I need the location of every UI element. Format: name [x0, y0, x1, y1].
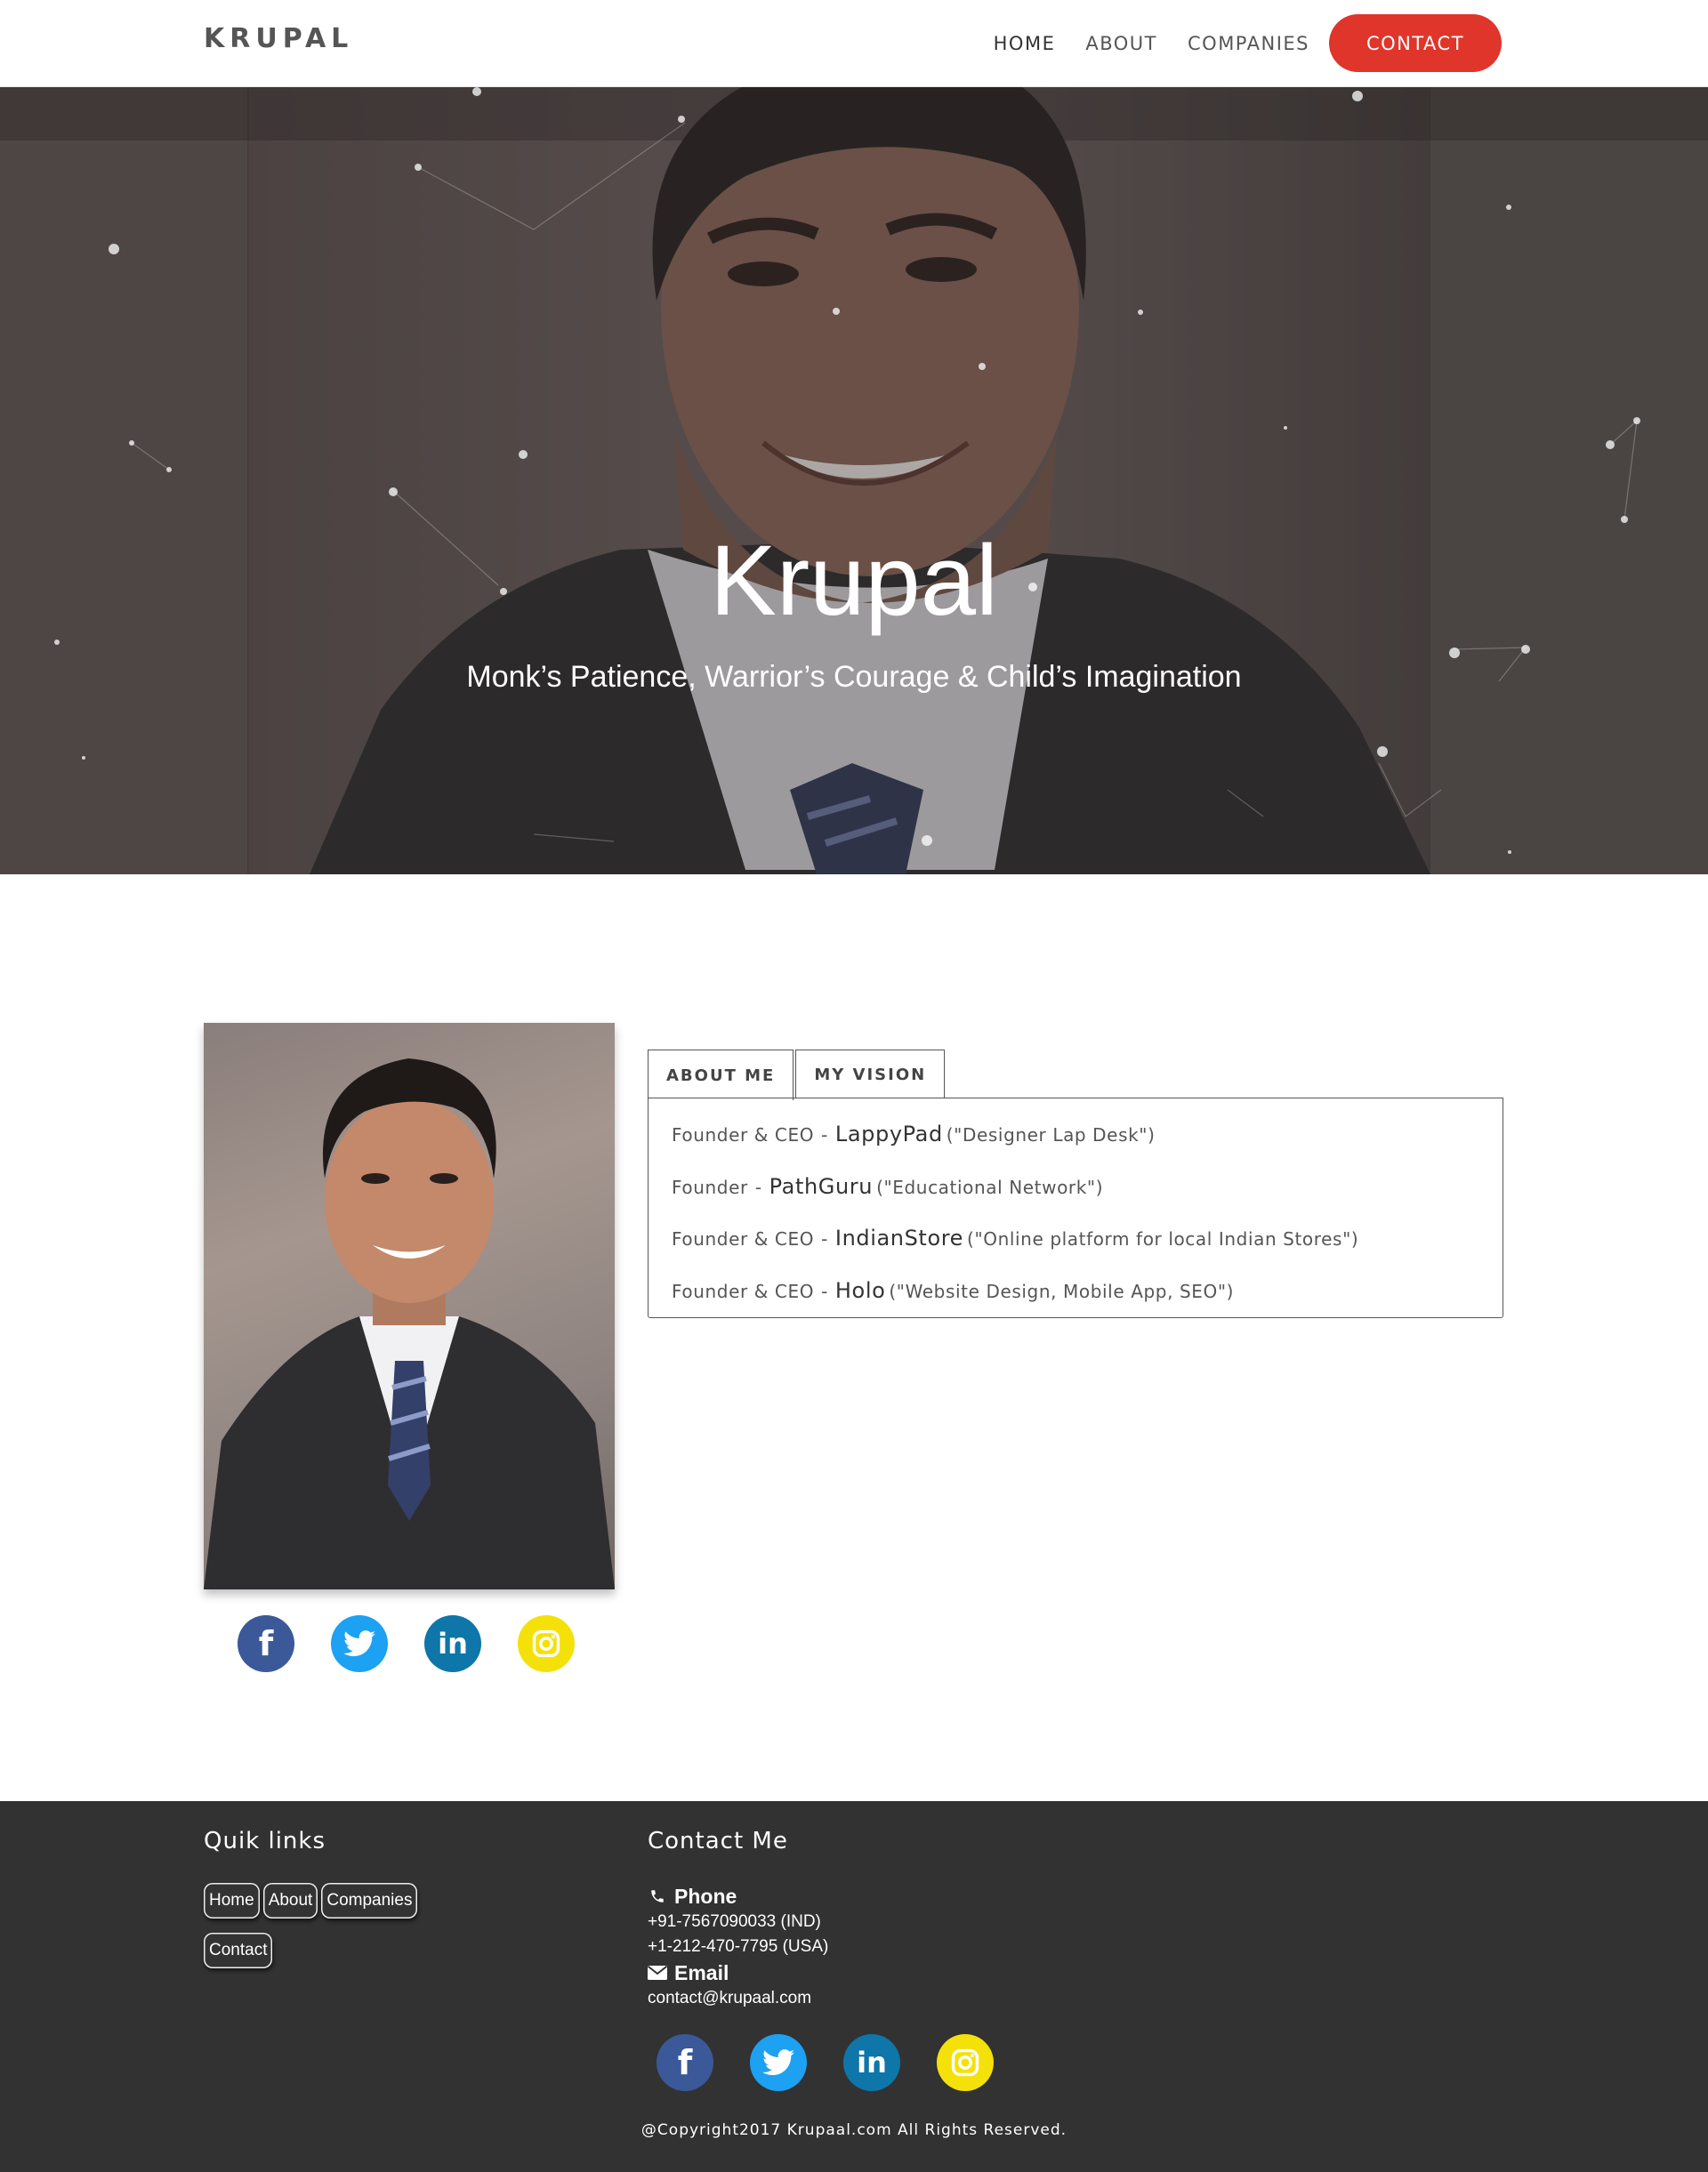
nav-companies[interactable]: COMPANIES: [1188, 33, 1309, 54]
brand-logo[interactable]: KRUPAL: [204, 23, 353, 54]
role-item: Founder & CEO - Holo ("Website Design, Mo…: [672, 1277, 1235, 1303]
email-label: Email: [674, 1960, 729, 1984]
linkedin-icon[interactable]: in: [843, 2034, 900, 2091]
phone-label-row: Phone: [648, 1883, 828, 1910]
top-navbar: KRUPAL HOME ABOUT COMPANIES CONTACT: [0, 0, 1708, 87]
tab-about-me[interactable]: ABOUT ME: [648, 1050, 794, 1100]
phone-icon: [648, 1888, 667, 1904]
tab-my-vision[interactable]: MY VISION: [795, 1050, 946, 1098]
company-description: ("Educational Network"): [876, 1176, 1104, 1198]
site-footer: Quik links Home About Companies Contact …: [0, 1801, 1708, 2172]
footer-link-home[interactable]: Home: [204, 1883, 260, 1919]
company-name: LappyPad: [834, 1122, 943, 1146]
role-title: Founder & CEO: [672, 1228, 815, 1250]
profile-tabs: ABOUT ME MY VISION: [648, 1050, 947, 1100]
role-item: Founder & CEO - IndianStore ("Online plat…: [672, 1226, 1359, 1251]
profile-photo-illustration: [204, 1058, 615, 1589]
phone-label: Phone: [674, 1884, 737, 1908]
company-description: ("Website Design, Mobile App, SEO"): [889, 1280, 1235, 1302]
nav-about[interactable]: ABOUT: [1085, 33, 1157, 54]
contact-details: Phone +91-7567090033 (IND) +1-212-470-77…: [648, 1883, 828, 2011]
company-description: ("Online platform for local Indian Store…: [967, 1228, 1359, 1250]
email-address[interactable]: contact@krupaal.com: [648, 1986, 828, 2011]
role-title: Founder: [672, 1176, 748, 1198]
twitter-icon[interactable]: [331, 1615, 388, 1672]
quick-links-heading: Quik links: [204, 1828, 326, 1854]
role-item: Founder & CEO - LappyPad ("Designer Lap D…: [672, 1122, 1156, 1146]
company-name: IndianStore: [834, 1226, 964, 1251]
instagram-icon[interactable]: [518, 1615, 575, 1672]
profile-social-links: f in: [238, 1615, 611, 1672]
profile-photo: [204, 1023, 615, 1589]
hero-banner: Krupal Monk’s Patience, Warrior’s Courag…: [0, 87, 1708, 874]
linkedin-icon[interactable]: in: [424, 1615, 481, 1672]
email-label-row: Email: [648, 1959, 828, 1986]
hero-subtitle: Monk’s Patience, Warrior’s Courage & Chi…: [466, 660, 1242, 694]
about-me-panel: Founder & CEO - LappyPad ("Designer Lap D…: [648, 1098, 1503, 1318]
nav-home[interactable]: HOME: [994, 33, 1056, 54]
company-description: ("Designer Lap Desk"): [946, 1124, 1156, 1146]
instagram-icon[interactable]: [937, 2034, 994, 2091]
copyright-text: @Copyright2017 Krupaal.com All Rights Re…: [640, 2121, 1068, 2139]
footer-link-about[interactable]: About: [262, 1883, 318, 1919]
facebook-icon[interactable]: f: [657, 2034, 713, 2091]
quick-links: Home About Companies Contact: [204, 1883, 453, 1983]
footer-link-companies[interactable]: Companies: [321, 1883, 418, 1919]
twitter-icon[interactable]: [750, 2034, 807, 2091]
footer-link-contact[interactable]: Contact: [204, 1933, 273, 1968]
company-name: PathGuru: [769, 1173, 874, 1199]
footer-social-links: f in: [657, 2034, 1030, 2091]
company-name: Holo: [834, 1277, 886, 1303]
hero-particle-network: [54, 87, 1640, 854]
nav-links: HOME ABOUT COMPANIES CONTACT: [963, 14, 1502, 72]
contact-heading: Contact Me: [648, 1828, 788, 1854]
role-title: Founder & CEO: [672, 1280, 815, 1302]
role-title: Founder & CEO: [672, 1124, 815, 1146]
facebook-icon[interactable]: f: [238, 1615, 294, 1672]
phone-usa[interactable]: +1-212-470-7795 (USA): [648, 1935, 828, 1959]
role-item: Founder - PathGuru ("Educational Network"…: [672, 1173, 1104, 1199]
hero-title: Krupal: [710, 525, 998, 636]
phone-india[interactable]: +91-7567090033 (IND): [648, 1910, 828, 1935]
envelope-icon: [648, 1966, 667, 1980]
nav-contact-button[interactable]: CONTACT: [1329, 14, 1502, 72]
